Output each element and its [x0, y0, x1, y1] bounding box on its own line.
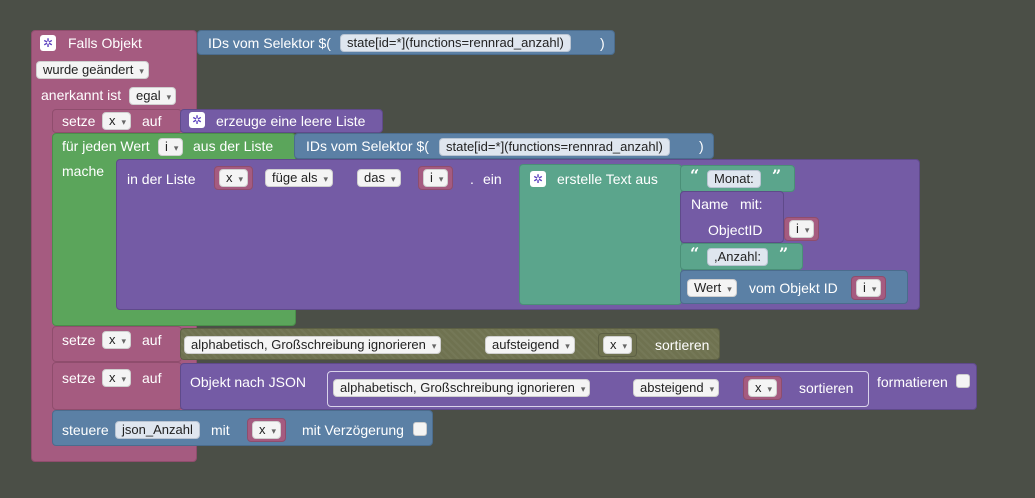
with-label: mit	[211, 422, 230, 438]
selector-close-2: )	[699, 138, 704, 154]
to-label-2: auf	[142, 332, 162, 348]
create-text-label: erstelle Text aus	[557, 171, 658, 187]
selector-close: )	[600, 35, 605, 51]
variable-dropdown[interactable]: x ▾	[102, 112, 132, 130]
gear-icon[interactable]: ✲	[40, 35, 56, 51]
sort-order-dropdown[interactable]: aufsteigend ▾	[485, 336, 575, 354]
of-object-label: vom Objekt ID	[749, 280, 838, 296]
to-label-3: auf	[142, 370, 162, 386]
text-input-month[interactable]: Monat:	[707, 170, 761, 188]
sort-type-dropdown[interactable]: alphabetisch, Großschreibung ignorieren ▾	[184, 336, 442, 354]
chevron-down-icon: ▾	[238, 174, 244, 184]
chevron-down-icon: ▾	[709, 384, 715, 394]
variable-dropdown-2[interactable]: x ▾	[102, 331, 132, 349]
chevron-down-icon: ▾	[121, 374, 127, 384]
sort-list-variable-dropdown[interactable]: x ▾	[603, 336, 633, 354]
in-list-label: in der Liste	[127, 171, 196, 187]
chevron-down-icon: ▾	[390, 174, 396, 184]
chevron-down-icon: ▾	[804, 225, 810, 235]
control-variable-dropdown[interactable]: x ▾	[252, 421, 282, 439]
chevron-down-icon: ▾	[727, 284, 732, 294]
selector-label: IDs vom Selektor $(	[208, 35, 331, 51]
position-dropdown[interactable]: das ▾	[357, 169, 401, 187]
chevron-down-icon: ▾	[121, 117, 127, 127]
set-label: setze	[62, 113, 96, 129]
object-id-label: ObjectID	[708, 222, 763, 238]
format-checkbox[interactable]	[956, 374, 970, 388]
chevron-down-icon: ▾	[431, 341, 437, 351]
quote-open-icon: “	[690, 166, 700, 185]
format-label: formatieren	[877, 374, 948, 390]
quote-close-icon: ”	[772, 166, 782, 185]
create-list-label: erzeuge eine leere Liste	[216, 113, 366, 129]
selector-input-2[interactable]: state[id=*](functions=rennrad_anzahl)	[439, 138, 670, 156]
chevron-down-icon: ▾	[622, 341, 628, 351]
trigger-title: Falls Objekt	[68, 35, 142, 51]
ack-dropdown[interactable]: egal ▾	[129, 87, 177, 105]
chevron-down-icon: ▾	[580, 384, 586, 394]
object-variable-dropdown[interactable]: i ▾	[789, 220, 815, 238]
index-variable-block[interactable]: i ▾	[418, 166, 454, 190]
chevron-down-icon: ▾	[323, 174, 329, 184]
delay-checkbox[interactable]	[413, 422, 427, 436]
foreach-label: für jeden Wert	[62, 138, 150, 154]
sort-type-dropdown-2[interactable]: alphabetisch, Großschreibung ignorieren ▾	[333, 379, 591, 397]
chevron-down-icon: ▾	[767, 384, 773, 394]
do-label: mache	[62, 163, 105, 179]
to-label: auf	[142, 113, 162, 129]
selector-label-2: IDs vom Selektor $(	[306, 138, 429, 154]
object-variable-block[interactable]: i ▾	[784, 217, 820, 241]
value-variable-block[interactable]: i ▾	[851, 276, 887, 300]
gear-icon[interactable]: ✲	[530, 171, 546, 187]
value-dropdown[interactable]: Wert ▾	[687, 279, 737, 297]
changed-dropdown[interactable]: wurde geändert ▾	[36, 61, 149, 79]
chevron-down-icon: ▾	[438, 174, 444, 184]
set-label-2: setze	[62, 332, 96, 348]
dot-label: .	[470, 171, 474, 187]
list-variable-dropdown[interactable]: x ▾	[219, 169, 249, 187]
chevron-down-icon: ▾	[173, 143, 179, 153]
name-label: Name	[691, 196, 729, 212]
object-to-json-label: Objekt nach JSON	[190, 374, 306, 390]
set-label-3: setze	[62, 370, 96, 386]
quote-close-icon: ”	[779, 244, 789, 263]
chevron-down-icon: ▾	[139, 66, 144, 76]
text-input-count[interactable]: ,Anzahl:	[707, 248, 768, 266]
list-variable-block[interactable]: x ▾	[214, 166, 254, 190]
sort-list-variable-block-2[interactable]: x ▾	[743, 376, 783, 400]
chevron-down-icon: ▾	[565, 341, 570, 351]
control-label: steuere	[62, 422, 109, 438]
sort-order-dropdown-2[interactable]: absteigend ▾	[633, 379, 720, 397]
sort-label-2: sortieren	[799, 380, 854, 396]
value-variable-dropdown[interactable]: i ▾	[856, 279, 882, 297]
sort-label: sortieren	[655, 337, 710, 353]
sort-list-variable-dropdown-2[interactable]: x ▾	[748, 379, 778, 397]
quote-open-icon: “	[690, 244, 700, 263]
index-variable-dropdown[interactable]: i ▾	[423, 169, 449, 187]
ack-label: anerkannt ist	[41, 87, 122, 103]
state-name-input[interactable]: json_Anzahl	[115, 421, 200, 439]
chevron-down-icon: ▾	[121, 336, 127, 346]
value-label: ein	[483, 171, 502, 187]
gear-icon[interactable]: ✲	[189, 112, 205, 128]
insert-mode-dropdown[interactable]: füge als ▾	[265, 169, 334, 187]
control-variable-block[interactable]: x ▾	[247, 418, 287, 442]
chevron-down-icon: ▾	[166, 92, 172, 102]
selector-input[interactable]: state[id=*](functions=rennrad_anzahl)	[340, 34, 571, 52]
sort-list-variable-block[interactable]: x ▾	[598, 333, 638, 357]
name-with-label: mit:	[740, 196, 763, 212]
chevron-down-icon: ▾	[271, 426, 277, 436]
delay-label: mit Verzögerung	[302, 422, 404, 438]
loop-variable-dropdown[interactable]: i ▾	[158, 138, 184, 156]
from-list-label: aus der Liste	[193, 138, 274, 154]
variable-dropdown-3[interactable]: x ▾	[102, 369, 132, 387]
chevron-down-icon: ▾	[871, 284, 877, 294]
